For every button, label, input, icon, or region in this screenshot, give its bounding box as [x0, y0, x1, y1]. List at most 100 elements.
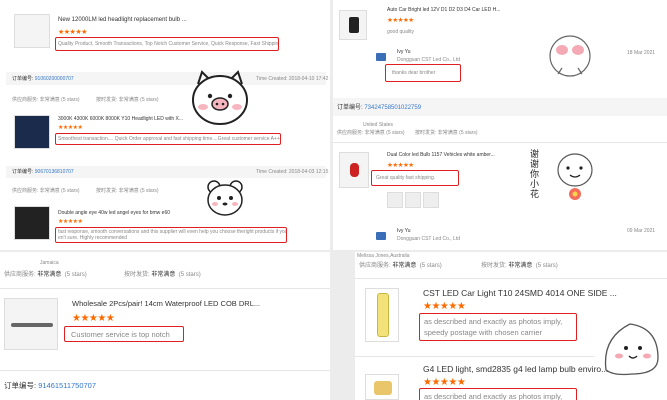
product-title[interactable]: CST LED Car Light T10 24SMD 4014 ONE SID… [423, 288, 617, 298]
blob-sticker [604, 323, 659, 376]
divider [0, 288, 330, 289]
rating-stars: ★★★★★ [72, 313, 115, 324]
product-title[interactable]: Auto Car Bright led 12V D1 D2 D3 D4 Car … [387, 7, 500, 13]
highlighted-comment: Customer service is top notch [64, 326, 184, 342]
review-comment-line: en't sure. Highly recommended [58, 235, 128, 241]
bear-sticker [207, 180, 243, 216]
seller-name: Ivy Yu [397, 228, 411, 234]
service-rating: 供应商服务: 非常满意 (5 stars) [337, 130, 405, 136]
shipping-rating: 按时发货: 非常满意 (5 stars) [124, 272, 201, 279]
review-comment: Great quality fast shipping. [376, 175, 436, 181]
highlighted-comment: Quality Product, Smooth Transactions, To… [55, 37, 279, 51]
pig-sticker [192, 70, 248, 125]
review-photo[interactable] [423, 192, 439, 208]
highlighted-reply: thanks dear brother [385, 64, 461, 82]
rating-stars: ★★★★★ [58, 219, 83, 225]
review-photo[interactable] [405, 192, 421, 208]
order-label: 订单编号: [12, 169, 34, 175]
rating-stars: ★★★★★ [423, 377, 466, 388]
service-label: 供应商服务: [4, 272, 36, 278]
service-rating: 供应商服务: 非常满意 (5 stars) [12, 97, 80, 103]
order-number-link[interactable]: 91060200000707 [35, 76, 74, 82]
service-label: 供应商服务: [359, 263, 391, 269]
left-review-panel: New 12000LM led headlight replacement bu… [0, 0, 330, 250]
shipping-label: 按时发货: [481, 263, 507, 269]
product-thumbnail[interactable] [339, 152, 369, 188]
reviewer-location: Melissa Jones,Australia [357, 253, 410, 259]
shipping-rating: 按时发货: 非常满意 (5 stars) [481, 263, 558, 270]
review-comment-line: as described and exactly as photos imply… [424, 317, 563, 326]
review-comment: good quality [387, 29, 414, 35]
order-number-row: 订单编号: 73424758501022759 [337, 105, 421, 112]
rating-stars: ★★★★★ [387, 162, 414, 169]
reviewer-location: Jamaica [40, 260, 59, 266]
rating-stars: ★★★★★ [387, 17, 414, 24]
review-comment: Smoothest transaction.... Quick Order ap… [58, 136, 280, 142]
reply-date: 09 Mar 2021 [627, 228, 656, 234]
reviewer-location: United States [363, 122, 394, 128]
product-thumbnail[interactable] [339, 10, 367, 40]
order-label: 订单编号: [12, 76, 34, 82]
shipping-rating: 按时发货: 非常满意 (5 stars) [96, 188, 159, 194]
product-thumbnail[interactable] [4, 298, 58, 350]
order-number-row: 订单编号: 90670136810707 [12, 169, 74, 175]
shipping-value: 非常满意 [151, 272, 176, 278]
product-thumbnail[interactable] [14, 14, 50, 48]
left-review-panel-bottom: Jamaica 供应商服务: 非常满意 (5 stars) 按时发货: 非常满意… [0, 252, 330, 400]
seller-reply: thanks dear brother [392, 70, 436, 76]
sticker-caption: 谢谢你小花 [530, 150, 540, 200]
product-title[interactable]: Dual Color led Bulb 1157 Vehicles white … [387, 152, 495, 158]
highlighted-comment: as described and exactly as photos imply… [419, 313, 577, 341]
order-time: Time Created: 2018-04-03 12:15 [256, 169, 329, 175]
product-title[interactable]: 3000K 4300K 6000K 8000K Y10 Headlight LE… [58, 116, 183, 122]
service-rating: 供应商服务: 非常满意 (5 stars) [359, 263, 442, 270]
divider [355, 356, 595, 357]
order-number-link[interactable]: 90670136810707 [35, 169, 74, 175]
product-thumbnail[interactable] [365, 374, 399, 400]
order-number-link[interactable]: 73424758501022759 [364, 105, 421, 111]
seller-logo [376, 53, 386, 61]
seller-logo [376, 232, 386, 240]
review-comment: Customer service is top notch [71, 330, 170, 339]
seller-company: Dongguan CST Led Co., Ltd [397, 57, 461, 63]
bunny-sticker [549, 35, 591, 77]
service-stars: (5 stars) [64, 272, 87, 278]
divider [333, 142, 667, 143]
shipping-value: 非常满意 [508, 263, 533, 269]
divider [355, 278, 667, 279]
product-title[interactable]: New 12000LM led headlight replacement bu… [58, 17, 187, 24]
order-number-row: 订单编号: 91060200000707 [12, 76, 74, 82]
divider [0, 370, 330, 371]
shipping-rating: 按时发货: 非常满意 (5 stars) [96, 97, 159, 103]
product-thumbnail[interactable] [14, 115, 50, 149]
product-title[interactable]: Double angle eye 40w led angel eyes for … [58, 210, 170, 216]
shipping-label: 按时发货: [124, 272, 150, 278]
product-thumbnail[interactable] [365, 288, 399, 342]
service-value: 非常满意 [37, 272, 62, 278]
service-value: 非常满意 [392, 263, 417, 269]
order-label: 订单编号: [4, 381, 37, 390]
review-comment-line: fast response, smooth conversations and … [58, 229, 286, 235]
order-number-row: 订单编号: 91461511750707 [4, 381, 96, 390]
review-photo[interactable] [387, 192, 403, 208]
service-rating: 供应商服务: 非常满意 (5 stars) [4, 272, 87, 279]
product-title[interactable]: Wholesale 2Pcs/pair! 14cm Waterproof LED… [72, 299, 260, 308]
product-thumbnail[interactable] [14, 206, 50, 240]
order-number-link[interactable]: 91461511750707 [38, 381, 96, 390]
shipping-stars: (5 stars) [178, 272, 201, 278]
service-stars: (5 stars) [419, 263, 442, 269]
right-review-panel: Auto Car Bright led 12V D1 D2 D3 D4 Car … [333, 0, 667, 250]
highlighted-comment: as described and exactly as photos imply… [419, 388, 577, 400]
review-comment-line: as described and exactly as photos imply… [424, 392, 563, 400]
product-title[interactable]: G4 LED light, smd2835 g4 led lamp bulb e… [423, 364, 608, 374]
order-time: Time Created: 2018-04-10 17:42 [256, 76, 329, 82]
review-comment: Quality Product, Smooth Transactions, To… [58, 41, 278, 47]
order-label: 订单编号: [337, 105, 363, 111]
reply-date: 18 Mar 2021 [627, 50, 656, 56]
shipping-stars: (5 stars) [535, 263, 558, 269]
service-rating: 供应商服务: 非常满意 (5 stars) [12, 188, 80, 194]
review-comment-line: speedy postage with chosen carrier [424, 328, 542, 337]
seller-company: Dongguan CST Led Co., Ltd [397, 236, 461, 242]
rating-stars: ★★★★★ [58, 125, 83, 131]
highlighted-comment: Smoothest transaction.... Quick Order ap… [55, 133, 281, 145]
